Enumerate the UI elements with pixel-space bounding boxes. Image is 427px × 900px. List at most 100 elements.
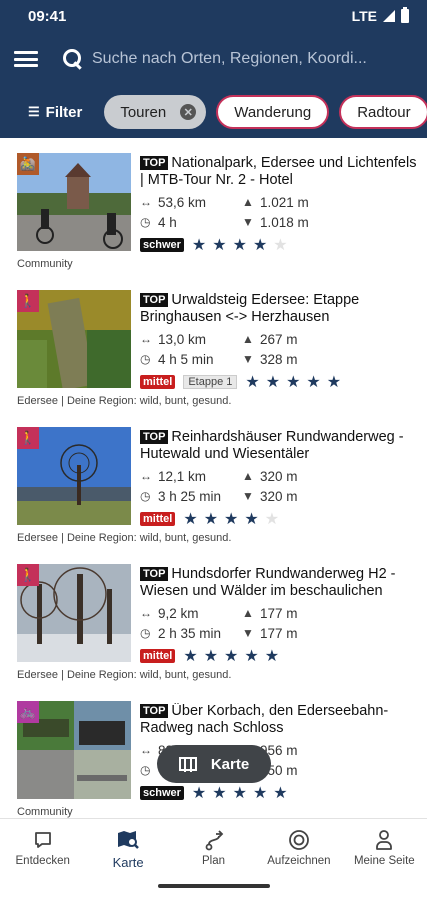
- tour-details: TOP Nationalpark, Edersee und Lichtenfels…: [140, 155, 419, 254]
- difficulty-badge: mittel: [140, 649, 176, 663]
- tour-image: 🚵: [17, 153, 131, 251]
- tour-descent: 1.018 m: [260, 214, 309, 230]
- profile-icon: [374, 829, 394, 851]
- explore-icon: [33, 829, 53, 851]
- ascent-icon: ▲: [242, 606, 254, 620]
- clear-chip-icon[interactable]: ✕: [180, 104, 197, 120]
- bike-icon: 🚲: [17, 701, 39, 723]
- tour-distance: 53,6 km: [158, 194, 207, 210]
- tour-rating-row: mittel ★★★★★: [140, 510, 419, 528]
- nav-entdecken[interactable]: Entdecken: [0, 819, 85, 878]
- tour-stats: ↔ 12,1 km ▲ 320 m ◷ 3 h 25 min ▼ 320 m: [140, 467, 419, 505]
- tour-duration: 3 h 25 min: [158, 488, 222, 504]
- tour-item[interactable]: 🚶 TOP Reinhardshäuser Rundwanderweg - Hut…: [0, 412, 427, 549]
- tour-rating-row: mittel ★★★★★: [140, 647, 419, 665]
- nav-meine-seite[interactable]: Meine Seite: [342, 819, 427, 878]
- tour-list[interactable]: 🚵 TOP Nationalpark, Edersee und Lichtenfe…: [0, 138, 427, 818]
- tour-source: Edersee | Deine Region: wild, bunt, gesu…: [17, 395, 232, 407]
- home-indicator[interactable]: [158, 884, 270, 888]
- tour-ascent: 267 m: [260, 331, 298, 347]
- ascent-icon: ▲: [242, 195, 254, 209]
- map-icon: [178, 757, 197, 772]
- hiking-icon: 🚶: [17, 427, 39, 449]
- filter-button[interactable]: ☰ Filter: [28, 104, 82, 121]
- hiking-icon: 🚶: [17, 564, 39, 586]
- filter-label: Filter: [45, 103, 83, 121]
- tour-details: TOP Reinhardshäuser Rundwanderweg - Hutew…: [140, 429, 419, 528]
- tour-item[interactable]: 🚵 TOP Nationalpark, Edersee und Lichtenfe…: [0, 138, 427, 275]
- nav-aufzeichnen[interactable]: Aufzeichnen: [256, 819, 341, 878]
- tour-item[interactable]: 🚶 TOP Urwaldsteig Edersee: Etappe Bringha…: [0, 275, 427, 412]
- descent-icon: ▼: [242, 215, 254, 229]
- chip-radtour[interactable]: Radtour: [339, 95, 427, 129]
- chip-label: Radtour: [357, 103, 411, 121]
- rating-stars: ★★★★★: [191, 237, 294, 254]
- tour-title[interactable]: TOP Über Korbach, den Ederseebahn-Radweg …: [140, 703, 419, 737]
- top-badge: TOP: [140, 293, 169, 307]
- top-badge: TOP: [140, 704, 169, 718]
- tour-image: 🚶: [17, 427, 131, 525]
- hamburger-icon: [14, 51, 38, 54]
- tour-duration: 2 h 35 min: [158, 625, 222, 641]
- ascent-icon: ▲: [242, 469, 254, 483]
- duration-icon: ◷: [140, 626, 151, 640]
- top-badge: TOP: [140, 567, 169, 581]
- ascent-icon: ▲: [242, 332, 254, 346]
- distance-icon: ↔: [140, 195, 152, 209]
- tour-image: 🚶: [17, 290, 131, 388]
- nav-label: Meine Seite: [353, 855, 415, 867]
- tour-rating-row: mittel Etappe 1 ★★★★★: [140, 373, 419, 391]
- tour-ascent: 1.021 m: [260, 194, 309, 210]
- tour-ascent: 177 m: [260, 605, 298, 621]
- difficulty-badge: mittel: [140, 512, 176, 526]
- tour-title[interactable]: TOP Hundsdorfer Rundwanderweg H2 - Wiesen…: [140, 566, 419, 600]
- descent-icon: ▼: [242, 489, 254, 503]
- route-icon: [204, 829, 224, 851]
- rating-stars: ★★★★★: [183, 511, 286, 528]
- filter-bar: ☰ Filter Touren ✕ Wanderung Radtour: [0, 94, 427, 130]
- nav-label: Aufzeichnen: [267, 855, 331, 867]
- nav-label: Plan: [202, 855, 226, 867]
- tour-details: TOP Urwaldsteig Edersee: Etappe Bringhaus…: [140, 292, 419, 391]
- search-placeholder: Suche nach Orten, Regionen, Koordi...: [92, 50, 367, 67]
- map-button-label: Karte: [210, 755, 250, 773]
- difficulty-badge: mittel: [140, 375, 176, 389]
- descent-icon: ▼: [242, 626, 254, 640]
- nav-plan[interactable]: Plan: [171, 819, 256, 878]
- rating-stars: ★★★★★: [245, 374, 348, 391]
- tour-distance: 13,0 km: [158, 331, 207, 347]
- tour-title[interactable]: TOP Reinhardshäuser Rundwanderweg - Hutew…: [140, 429, 419, 463]
- tour-title[interactable]: TOP Nationalpark, Edersee und Lichtenfels…: [140, 155, 419, 189]
- nav-karte[interactable]: Karte: [85, 819, 170, 878]
- map-view-button[interactable]: Karte: [157, 745, 271, 783]
- tour-details: TOP Hundsdorfer Rundwanderweg H2 - Wiesen…: [140, 566, 419, 665]
- duration-icon: ◷: [140, 215, 151, 229]
- tour-stats: ↔ 13,0 km ▲ 267 m ◷ 4 h 5 min ▼ 328 m: [140, 330, 419, 368]
- distance-icon: ↔: [140, 469, 152, 483]
- tour-stats: ↔ 53,6 km ▲ 1.021 m ◷ 4 h ▼ 1.018 m: [140, 193, 419, 231]
- tour-distance: 12,1 km: [158, 468, 207, 484]
- distance-icon: ↔: [140, 606, 152, 620]
- tour-rating-row: schwer ★★★★★: [140, 236, 419, 254]
- tour-ascent: 320 m: [260, 468, 298, 484]
- network-label: LTE: [351, 8, 377, 24]
- tour-duration: 4 h 5 min: [158, 351, 214, 367]
- tour-item[interactable]: 🚶 TOP Hundsdorfer Rundwanderweg H2 - Wies…: [0, 549, 427, 686]
- menu-button[interactable]: [14, 48, 38, 70]
- status-bar: 09:41 LTE: [0, 0, 427, 32]
- chip-touren[interactable]: Touren ✕: [104, 95, 207, 129]
- tour-distance: 9,2 km: [158, 605, 199, 621]
- tour-descent: 177 m: [260, 625, 298, 641]
- tour-duration: 4 h: [158, 214, 177, 230]
- search-input[interactable]: Suche nach Orten, Regionen, Koordi...: [62, 42, 417, 76]
- difficulty-badge: schwer: [140, 238, 184, 252]
- tour-title[interactable]: TOP Urwaldsteig Edersee: Etappe Bringhaus…: [140, 292, 419, 326]
- status-icons: LTE: [351, 7, 409, 24]
- tour-source: Edersee | Deine Region: wild, bunt, gesu…: [17, 669, 232, 681]
- mtb-icon: 🚵: [17, 153, 39, 175]
- app-screen: 09:41 LTE Suche nach Orten, Regionen, Ko…: [0, 0, 427, 900]
- tour-source: Community: [17, 806, 73, 818]
- top-badge: TOP: [140, 430, 169, 444]
- distance-icon: ↔: [140, 332, 152, 346]
- chip-wanderung[interactable]: Wanderung: [216, 95, 330, 129]
